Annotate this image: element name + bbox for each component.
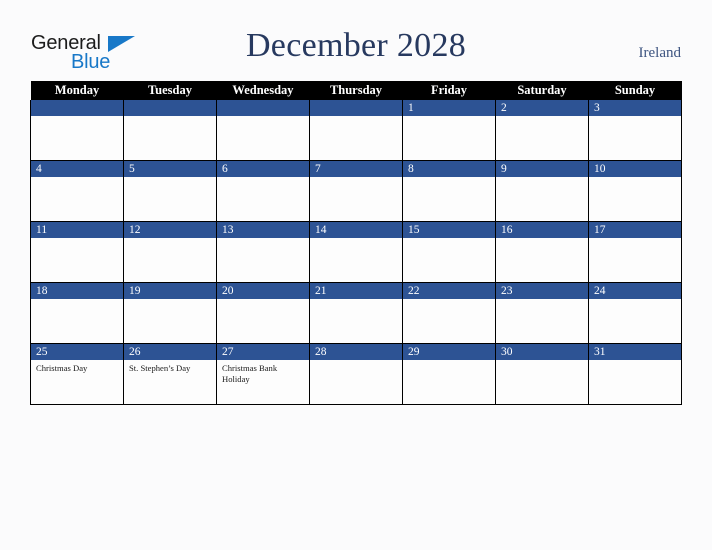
calendar-week-row: 18 19 20 21 22 23 24 xyxy=(30,282,682,344)
calendar-day-cell[interactable]: 3 xyxy=(588,100,682,161)
calendar-week-row: 4 5 6 7 8 9 10 xyxy=(30,160,682,222)
page-title: December 2028 xyxy=(245,27,467,64)
day-number: 11 xyxy=(31,222,123,238)
day-number: 29 xyxy=(403,344,495,360)
calendar-day-cell[interactable]: 12 xyxy=(123,221,217,283)
calendar-day-cell[interactable]: 8 xyxy=(402,160,496,222)
day-number: 18 xyxy=(31,283,123,299)
calendar-empty-cell[interactable] xyxy=(309,100,403,161)
day-number: 23 xyxy=(496,283,588,299)
calendar-week-row: 123 xyxy=(30,100,682,161)
day-number: 13 xyxy=(217,222,309,238)
day-number: 17 xyxy=(589,222,681,238)
weekday-header-friday: Friday xyxy=(402,81,496,100)
calendar-day-cell[interactable]: 23 xyxy=(495,282,589,344)
day-number: 31 xyxy=(589,344,681,360)
calendar-day-cell[interactable]: 2 xyxy=(495,100,589,161)
day-number: 15 xyxy=(403,222,495,238)
calendar-day-cell[interactable]: 25 Christmas Day xyxy=(30,343,124,405)
calendar-day-cell[interactable]: 22 xyxy=(402,282,496,344)
holiday-label: Christmas Day xyxy=(36,363,88,373)
calendar-day-cell[interactable]: 28 xyxy=(309,343,403,405)
day-number: 5 xyxy=(124,161,216,177)
day-events: St. Stephen’s Day xyxy=(124,360,216,374)
day-number: 26 xyxy=(124,344,216,360)
day-number: 8 xyxy=(403,161,495,177)
day-number: 25 xyxy=(31,344,123,360)
calendar-day-cell[interactable]: 9 xyxy=(495,160,589,222)
calendar-day-cell[interactable]: 15 xyxy=(402,221,496,283)
day-number: 22 xyxy=(403,283,495,299)
day-number: 6 xyxy=(217,161,309,177)
weekday-header-row: Monday Tuesday Wednesday Thursday Friday… xyxy=(30,81,682,100)
weekday-header-thursday: Thursday xyxy=(309,81,403,100)
day-number: 12 xyxy=(124,222,216,238)
weekday-header-wednesday: Wednesday xyxy=(216,81,310,100)
calendar-day-cell[interactable]: 13 xyxy=(216,221,310,283)
calendar-day-cell[interactable]: 10 xyxy=(588,160,682,222)
day-number: 3 xyxy=(589,100,681,116)
day-number xyxy=(31,100,123,116)
day-number xyxy=(310,100,402,116)
calendar-page: General Blue December 2028 Ireland Monda… xyxy=(0,0,712,550)
calendar-day-cell[interactable]: 6 xyxy=(216,160,310,222)
calendar-day-cell[interactable]: 16 xyxy=(495,221,589,283)
day-number: 7 xyxy=(310,161,402,177)
calendar-day-cell[interactable]: 29 xyxy=(402,343,496,405)
calendar-empty-cell[interactable] xyxy=(123,100,217,161)
calendar-day-cell[interactable]: 1 xyxy=(402,100,496,161)
calendar-day-cell[interactable]: 17 xyxy=(588,221,682,283)
day-number: 19 xyxy=(124,283,216,299)
calendar-day-cell[interactable]: 19 xyxy=(123,282,217,344)
weekday-header-sunday: Sunday xyxy=(588,81,682,100)
day-number: 24 xyxy=(589,283,681,299)
holiday-label: St. Stephen’s Day xyxy=(129,363,191,373)
calendar-empty-cell[interactable] xyxy=(216,100,310,161)
calendar-day-cell[interactable]: 24 xyxy=(588,282,682,344)
day-number: 20 xyxy=(217,283,309,299)
calendar-day-cell[interactable]: 18 xyxy=(30,282,124,344)
day-events: Christmas Day xyxy=(31,360,123,374)
calendar-grid: Monday Tuesday Wednesday Thursday Friday… xyxy=(30,81,682,405)
calendar-day-cell[interactable]: 7 xyxy=(309,160,403,222)
holiday-label: Christmas Bank Holiday xyxy=(222,363,278,384)
day-number xyxy=(217,100,309,116)
day-number: 1 xyxy=(403,100,495,116)
calendar-day-cell[interactable]: 20 xyxy=(216,282,310,344)
day-number: 4 xyxy=(31,161,123,177)
day-number: 28 xyxy=(310,344,402,360)
calendar-day-cell[interactable]: 11 xyxy=(30,221,124,283)
day-number: 27 xyxy=(217,344,309,360)
day-number: 9 xyxy=(496,161,588,177)
calendar-week-row: 25 Christmas Day 26 St. Stephen’s Day 27 Chri… xyxy=(30,343,682,405)
country-label: Ireland xyxy=(638,45,681,61)
calendar-day-cell[interactable]: 27 Christmas Bank Holiday xyxy=(216,343,310,405)
calendar-day-cell[interactable]: 26 St. Stephen’s Day xyxy=(123,343,217,405)
calendar-day-cell[interactable]: 21 xyxy=(309,282,403,344)
calendar-day-cell[interactable]: 14 xyxy=(309,221,403,283)
calendar-day-cell[interactable]: 30 xyxy=(495,343,589,405)
weekday-header-tuesday: Tuesday xyxy=(123,81,217,100)
day-events: Christmas Bank Holiday xyxy=(217,360,309,384)
calendar-day-cell[interactable]: 5 xyxy=(123,160,217,222)
day-number xyxy=(124,100,216,116)
calendar-day-cell[interactable]: 4 xyxy=(30,160,124,222)
day-number: 10 xyxy=(589,161,681,177)
calendar-empty-cell[interactable] xyxy=(30,100,124,161)
weekday-header-monday: Monday xyxy=(30,81,124,100)
calendar-day-cell[interactable]: 31 xyxy=(588,343,682,405)
day-number: 30 xyxy=(496,344,588,360)
calendar-week-row: 11 12 13 14 15 16 17 xyxy=(30,221,682,283)
day-number: 16 xyxy=(496,222,588,238)
day-number: 21 xyxy=(310,283,402,299)
page-header: General Blue December 2028 Ireland xyxy=(0,0,712,78)
day-number: 2 xyxy=(496,100,588,116)
day-number: 14 xyxy=(310,222,402,238)
calendar-body: 1 2 3 4 5 6 7 8 9 10 11 12 13 14 15 16 17 18 19 20 21 22 23 24 2… xyxy=(30,100,682,405)
weekday-header-saturday: Saturday xyxy=(495,81,589,100)
